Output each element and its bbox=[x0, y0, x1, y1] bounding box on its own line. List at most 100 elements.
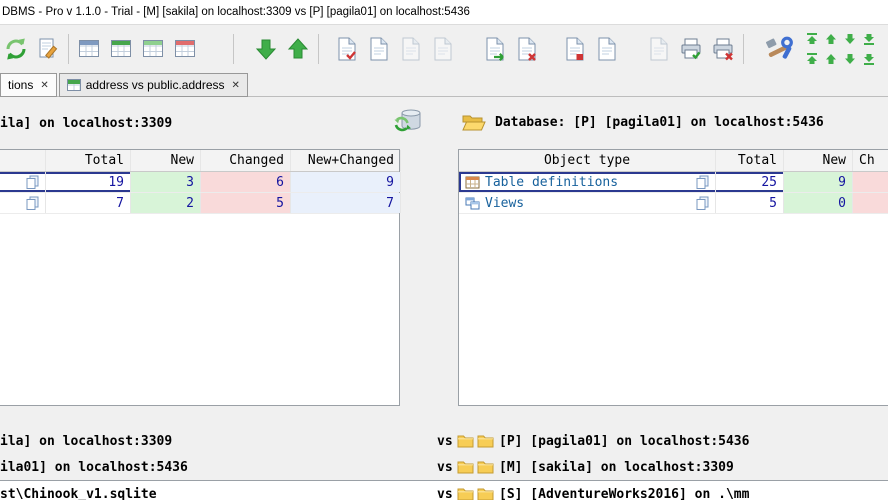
changed-objects-view-button[interactable] bbox=[137, 29, 169, 69]
all-objects-view-button[interactable] bbox=[73, 29, 105, 69]
prev-change-button[interactable] bbox=[821, 49, 840, 69]
document-red-check-icon bbox=[566, 37, 584, 60]
changed-header: Ch bbox=[853, 150, 888, 171]
folder-icon bbox=[457, 435, 474, 448]
toolbar-separator bbox=[68, 33, 69, 64]
new-comparison-button[interactable] bbox=[32, 29, 64, 69]
tab-address-compare[interactable]: address vs public.address ✕ bbox=[58, 73, 248, 97]
copy-to-left-button[interactable] bbox=[282, 29, 314, 69]
printer-green-check-icon bbox=[681, 38, 701, 59]
database-refresh-icon bbox=[394, 109, 421, 131]
prev-diff-icon bbox=[825, 33, 836, 44]
document-icon bbox=[598, 37, 616, 60]
table-row[interactable]: Views 5 0 bbox=[459, 193, 888, 214]
next-diff-icon bbox=[844, 33, 855, 44]
vs-label: vs bbox=[437, 460, 453, 475]
print-cancel-button[interactable] bbox=[707, 29, 739, 69]
total-cell: 19 bbox=[46, 172, 131, 192]
object-cell bbox=[0, 193, 46, 213]
table-blue-icon bbox=[79, 40, 99, 57]
document-pencil-icon bbox=[39, 38, 58, 59]
total-cell: 7 bbox=[46, 193, 131, 213]
last-change-button[interactable] bbox=[859, 49, 878, 69]
printer-red-x-icon bbox=[713, 38, 733, 60]
script-target-button[interactable] bbox=[395, 29, 427, 69]
recent-right: [M] [sakila] on localhost:3309 bbox=[499, 460, 734, 475]
table-header-row: Total New Changed New+Changed bbox=[0, 150, 401, 172]
table-red-icon bbox=[175, 40, 195, 57]
new-cell: 0 bbox=[784, 193, 853, 213]
first-diff-button[interactable] bbox=[802, 29, 821, 49]
document-icon bbox=[434, 37, 452, 60]
settings-button[interactable] bbox=[764, 29, 796, 69]
document-icon bbox=[370, 37, 388, 60]
right-panel-header: Database: [P] [pagila01] on localhost:54… bbox=[462, 108, 824, 136]
table-icon bbox=[465, 176, 480, 188]
export-button[interactable] bbox=[479, 29, 511, 69]
object-cell: Table definitions bbox=[459, 172, 716, 192]
tab-bar: tions ✕ address vs public.address ✕ bbox=[0, 72, 888, 97]
discard-button[interactable] bbox=[511, 29, 543, 69]
new-cell: 9 bbox=[784, 172, 853, 192]
copy-button[interactable] bbox=[696, 175, 709, 189]
copy-button[interactable] bbox=[696, 196, 709, 210]
green-down-arrow-icon bbox=[255, 39, 277, 60]
left-summary-table: Total New Changed New+Changed 19 3 6 9 7… bbox=[0, 149, 401, 406]
object-cell: Views bbox=[459, 193, 716, 213]
changed-cell: 5 bbox=[201, 193, 291, 213]
table-row[interactable]: 19 3 6 9 bbox=[0, 172, 401, 193]
recent-comparison-row[interactable]: ila] on localhost:3309 vs [P] [pagila01]… bbox=[0, 430, 888, 454]
new-header: New bbox=[131, 150, 201, 171]
recent-left: st\Chinook_v1.sqlite bbox=[0, 487, 157, 500]
refresh-icon bbox=[6, 38, 26, 59]
print-button[interactable] bbox=[675, 29, 707, 69]
copy-icon bbox=[26, 196, 39, 210]
copy-button[interactable] bbox=[26, 175, 39, 189]
table-row[interactable]: Table definitions 25 9 bbox=[459, 172, 888, 193]
toolbar bbox=[0, 25, 888, 72]
new-changed-header: New+Changed bbox=[291, 150, 401, 171]
script-source-button[interactable] bbox=[427, 29, 459, 69]
close-icon[interactable]: ✕ bbox=[232, 80, 240, 91]
object-name: Views bbox=[485, 195, 525, 211]
script-button[interactable] bbox=[363, 29, 395, 69]
next-diff-icon bbox=[844, 53, 855, 64]
refresh-button[interactable] bbox=[0, 29, 32, 69]
next-diff-button[interactable] bbox=[840, 29, 859, 49]
object-name: Table definitions bbox=[485, 174, 619, 190]
database-refresh-button[interactable] bbox=[392, 105, 424, 137]
tab-definitions[interactable]: tions ✕ bbox=[0, 73, 57, 97]
folder-icon bbox=[457, 488, 474, 500]
total-cell: 5 bbox=[716, 193, 784, 213]
recent-comparison-row[interactable]: ila01] on localhost:5436 vs [M] [sakila]… bbox=[0, 456, 888, 480]
recent-comparison-row[interactable]: st\Chinook_v1.sqlite vs [S] [AdventureWo… bbox=[0, 483, 888, 500]
report-button[interactable] bbox=[591, 29, 623, 69]
diff-report-button[interactable] bbox=[331, 29, 363, 69]
tab-label: tions bbox=[8, 78, 34, 92]
new-objects-view-button[interactable] bbox=[105, 29, 137, 69]
document-green-arrow-icon bbox=[486, 37, 504, 61]
table-row[interactable]: 7 2 5 7 bbox=[0, 193, 401, 214]
tools-icon bbox=[765, 36, 793, 59]
changed-cell: 6 bbox=[201, 172, 291, 192]
recent-right: [P] [pagila01] on localhost:5436 bbox=[499, 434, 750, 449]
recent-right: [S] [AdventureWorks2016] on .\mm bbox=[499, 487, 750, 500]
first-change-button[interactable] bbox=[802, 49, 821, 69]
document-icon bbox=[650, 37, 668, 60]
last-diff-button[interactable] bbox=[859, 29, 878, 49]
total-header: Total bbox=[716, 150, 784, 171]
total-cell: 25 bbox=[716, 172, 784, 192]
changes-report-button[interactable] bbox=[559, 29, 591, 69]
document-red-x-icon bbox=[518, 37, 536, 61]
new-changed-cell: 7 bbox=[291, 193, 401, 213]
summary-view-button[interactable] bbox=[169, 29, 201, 69]
copy-to-right-button[interactable] bbox=[250, 29, 282, 69]
copy-button[interactable] bbox=[26, 196, 39, 210]
open-folder-icon bbox=[462, 115, 486, 130]
toolbar-separator bbox=[743, 33, 744, 64]
next-change-button[interactable] bbox=[840, 49, 859, 69]
archive-button[interactable] bbox=[643, 29, 675, 69]
diff-navigation bbox=[802, 29, 878, 69]
prev-diff-button[interactable] bbox=[821, 29, 840, 49]
close-icon[interactable]: ✕ bbox=[40, 80, 48, 91]
